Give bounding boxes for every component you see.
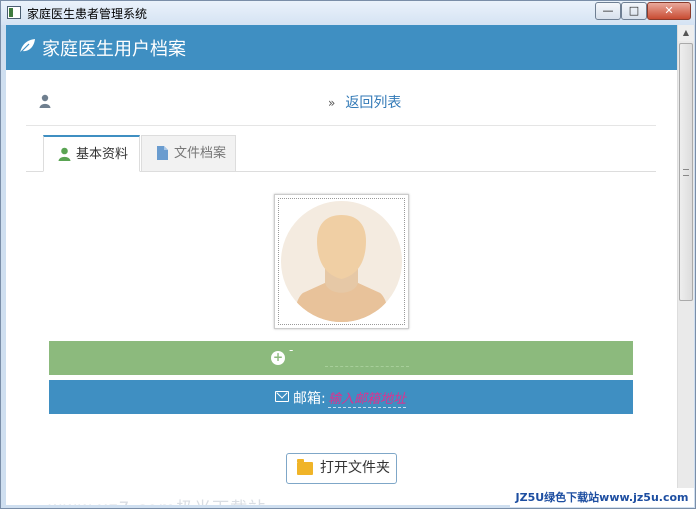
app-icon <box>7 6 21 19</box>
divider <box>26 125 656 126</box>
tab-file-archive[interactable]: 文件档案 <box>141 135 236 172</box>
scroll-up-icon[interactable]: ▲ <box>678 25 694 41</box>
email-label: 邮箱: <box>293 391 326 407</box>
tab-basic-info[interactable]: 基本资料 <box>43 135 140 172</box>
maximize-button[interactable]: □ <box>621 2 647 20</box>
tab-bar: 基本资料 文件档案 <box>26 135 656 172</box>
open-folder-button[interactable]: 打开文件夹 <box>286 453 397 484</box>
envelope-icon <box>275 391 289 402</box>
page-title: 家庭医生用户档案 <box>42 39 186 60</box>
chevron-right-icon: » <box>328 96 336 110</box>
info-field-bar[interactable]: + - <box>49 341 633 375</box>
tab-label: 基本资料 <box>76 147 129 162</box>
avatar-border <box>278 198 405 325</box>
avatar <box>281 201 402 322</box>
scroll-thumb[interactable] <box>679 43 693 301</box>
main-content: 家庭医生用户档案 » 返回列表 基本资料 文件档案 + - 邮箱: 输入邮箱地址… <box>6 25 677 505</box>
window-title: 家庭医生患者管理系统 <box>27 7 148 21</box>
email-input[interactable]: 输入邮箱地址 <box>328 388 407 408</box>
page-header: 家庭医生用户档案 <box>6 25 677 70</box>
email-field-bar: 邮箱: 输入邮箱地址 <box>49 380 633 414</box>
back-to-list-label: 返回列表 <box>345 95 402 111</box>
user-icon <box>39 94 51 108</box>
site-banner: JZ5U绿色下载站www.jz5u.com <box>510 488 694 507</box>
leaf-icon <box>19 39 35 54</box>
default-avatar-icon <box>293 215 390 322</box>
vertical-scrollbar[interactable]: ▲ ▼ <box>677 25 694 505</box>
user-icon <box>58 147 71 161</box>
close-button[interactable]: ✕ <box>647 2 691 20</box>
editable-underline <box>325 366 409 367</box>
minimize-button[interactable]: — <box>595 2 621 20</box>
avatar-frame[interactable] <box>274 194 409 329</box>
title-bar: 家庭医生患者管理系统 — □ ✕ <box>1 1 695 25</box>
watermark: www.xz7.com极光下载站 <box>48 494 266 505</box>
back-to-list-link[interactable]: » 返回列表 <box>328 92 401 112</box>
plus-circle-icon[interactable]: + <box>271 351 285 365</box>
file-icon <box>157 146 168 160</box>
tab-label: 文件档案 <box>174 146 227 161</box>
open-folder-label: 打开文件夹 <box>320 460 390 476</box>
folder-icon <box>297 459 313 475</box>
grip-icon <box>683 169 689 176</box>
field-value[interactable]: - <box>289 343 293 357</box>
